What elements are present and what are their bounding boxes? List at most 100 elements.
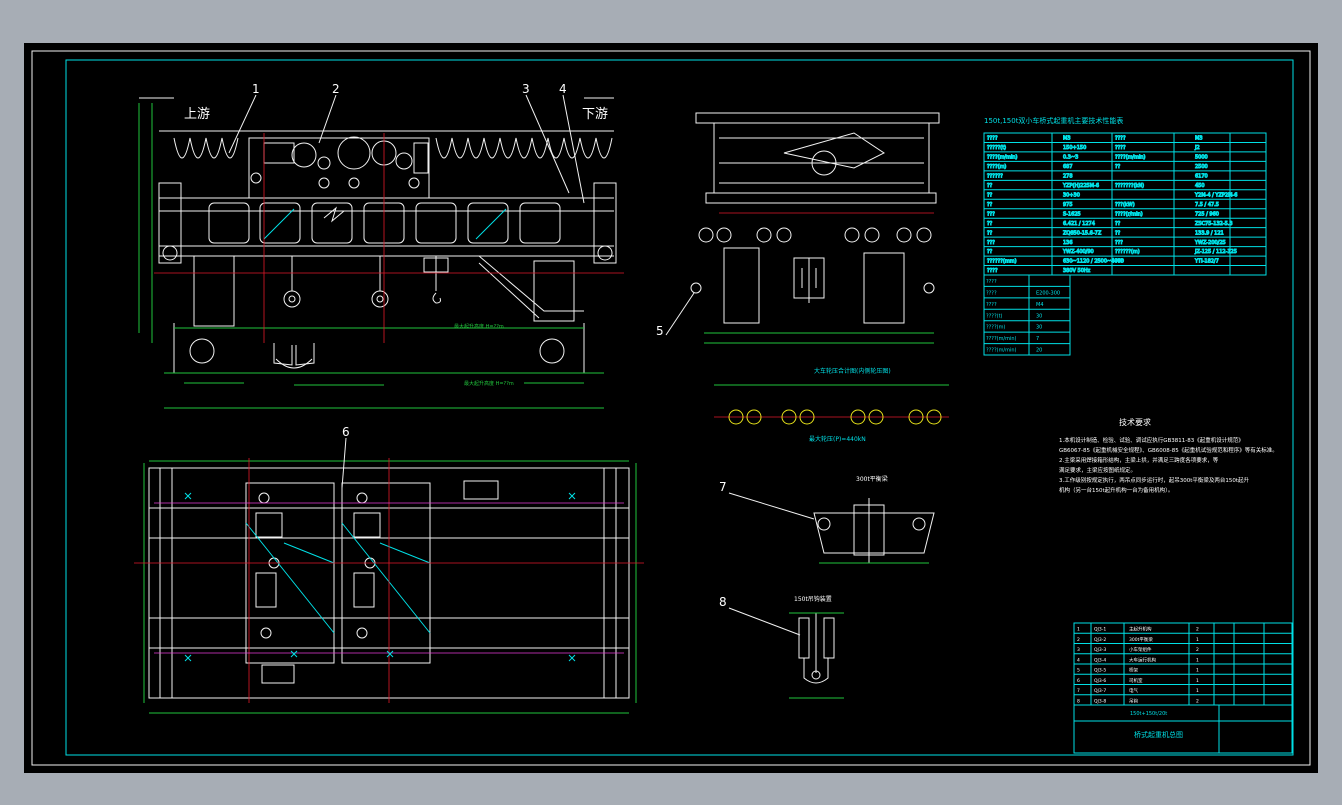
title-block-cell: QJ3-6 [1094, 678, 1106, 684]
tech-note-5: 3.工作级别按规定执行，两吊点同步运行时，起吊300t平衡梁及两台150t起升 [1059, 476, 1250, 484]
spec-table-cell: 136 [1063, 240, 1073, 246]
title-block-cell: QJ3-7 [1094, 688, 1106, 694]
callout-8: 8 [719, 595, 727, 609]
callout-3: 3 [522, 82, 530, 96]
callout-1: 1 [252, 82, 260, 96]
spec-table-cell: J2 [1194, 145, 1200, 151]
spec-table-cell: YWZ-400/90 [1062, 249, 1094, 255]
wheel-row-label2: 最大轮压(P)=440kN [809, 435, 866, 443]
spec-table-cell: ?? [987, 183, 993, 189]
title-block-cell: 1 [1196, 678, 1199, 684]
spec-table-cell: 30+30 [1063, 192, 1080, 198]
tech-note-1: 1.本机设计制造、检验、试验、调试应执行GB3811-83《起重机设计规范》 [1059, 436, 1244, 444]
spec-table-cell: ????(m/min) [987, 155, 1018, 161]
spec-subtable-cell: 30 [1036, 325, 1042, 331]
title-block-cell: 1 [1196, 668, 1199, 674]
drawing-canvas[interactable]: 最大起升高度 H=??m 最大起升高度 H=??m 上游 下游 1 2 3 4 [24, 43, 1318, 773]
title-block-cell: 8 [1077, 698, 1080, 704]
title-block-cell: 2 [1077, 637, 1080, 643]
spec-table-cell: 6.421 / 1274 [1063, 221, 1095, 227]
title-block-cell: 300t平衡梁 [1129, 636, 1153, 643]
spec-table-cell: ?? [987, 249, 993, 255]
spec-table-cell: ?? [987, 221, 993, 227]
spec-table-cell: 6170 [1195, 173, 1208, 179]
side-elevation: 5 [656, 112, 940, 344]
spec-table-cell: M3 [1063, 136, 1071, 142]
spec-table-cell: ?? [987, 230, 993, 236]
plan-view: 6 [134, 425, 644, 714]
spec-table-cell: ???? [987, 268, 998, 274]
spec-subtable-cell: ???? [986, 279, 997, 285]
title-block-cell: 7 [1077, 688, 1080, 694]
title-block-cell: 2 [1196, 627, 1199, 633]
spec-subtable-cell: 20 [1036, 348, 1042, 354]
spec-table-cell: ???? [987, 136, 998, 142]
cad-viewport[interactable]: 最大起升高度 H=??m 最大起升高度 H=??m 上游 下游 1 2 3 4 [24, 43, 1318, 773]
spec-table-cell: ?? [987, 202, 993, 208]
spec-table-cell: 278 [1063, 173, 1073, 179]
spec-table-cell: M3 [1195, 136, 1203, 142]
title-block-cell: 主起升机构 [1129, 626, 1152, 633]
tech-note-2: GB6067-85《起重机械安全规程》、GB6008-85《起重机试验规范和程序… [1059, 446, 1278, 454]
spec-table-cell: ???? [1115, 136, 1126, 142]
title-block-cell: QJ3-8 [1094, 698, 1106, 704]
title-block: 1 QJ3-1 主起升机构 2 2 QJ3-2 300t平衡梁 1 3 QJ3-3 小车架组件 2 4 Q… [1073, 622, 1293, 754]
callout-7: 7 [719, 480, 727, 494]
tech-notes-title: 技术要求 [1119, 417, 1151, 427]
spec-table-cell: ?????(t) [987, 145, 1006, 151]
spec-table-cell: ZQ850-15.6-7Z [1063, 230, 1102, 236]
spec-table-cell: ??? [1115, 240, 1123, 246]
spec-subtable-cell: ????(m) [986, 325, 1005, 331]
callout-4: 4 [559, 82, 567, 96]
spec-table-cell: YTI-182/7 [1194, 259, 1219, 265]
title-block-cell: 4 [1077, 657, 1080, 663]
spreader-label: 300t平衡梁 [856, 475, 888, 483]
spec-table-cell: S-1625 [1063, 211, 1081, 217]
spec-table-cell: ?? [1115, 164, 1121, 170]
spec-table-cell: ??? [1115, 259, 1123, 265]
spec-table-cell: YWZ-200/25 [1194, 240, 1226, 246]
svg-text:最大起升高度 H=??m: 最大起升高度 H=??m [464, 380, 514, 387]
spec-subtable-cell: ???? [986, 302, 997, 308]
spec-table-cell: 725 / 960 [1195, 211, 1219, 217]
title-block-cell: 大车运行机构 [1129, 656, 1156, 663]
title-block-cell: QJ3-5 [1094, 668, 1106, 674]
spec-table-cell: YZP(H)225M-6 [1062, 183, 1099, 189]
callout-2: 2 [332, 82, 340, 96]
tech-note-4: 满足要求，主梁应按图纸规定。 [1059, 466, 1136, 474]
spec-table-cell: ??? [987, 240, 995, 246]
spec-subtable-cell: 7 [1036, 336, 1039, 342]
title-block-cell: QJ3-3 [1094, 647, 1106, 653]
callout-6: 6 [342, 425, 350, 439]
spec-subtable-cell: ???? [986, 290, 997, 296]
spec-table-cell: ????(m/min) [1115, 155, 1146, 161]
front-elevation: 最大起升高度 H=??m 最大起升高度 H=??m 上游 下游 1 2 3 4 [138, 82, 624, 409]
tech-note-6: 机构（另一台150t起升机构一台为备用机构）。 [1059, 486, 1173, 494]
spec-table-cell: Y2M-4 / YZP2M-6 [1194, 192, 1237, 198]
title-block-cell: QJ3-2 [1094, 637, 1106, 643]
drawing-title: 桥式起重机总图 [1134, 730, 1183, 739]
spec-table-cell: 7.5 / 47.5 [1195, 202, 1219, 208]
title-block-cell: 桥架 [1129, 667, 1138, 674]
spec-table-cell: 150+150 [1063, 145, 1086, 151]
spec-table-title: 150t,150t双小车桥式起重机主要技术性能表 [984, 116, 1123, 125]
title-code: 150t+150t/20t [1130, 711, 1167, 717]
spec-table-cell: ???(kW) [1115, 202, 1135, 208]
upstream-label: 上游 [184, 107, 210, 122]
title-block-cell: QJ3-1 [1094, 627, 1106, 633]
spec-table-cell: ?? [1115, 221, 1121, 227]
spec-table-cell: ???????(kN) [1115, 183, 1144, 189]
tech-note-3: 2.主梁采用焊接箱形结构，主梁上拱，并满足三跨度各项要求，等 [1059, 456, 1219, 464]
callout-5: 5 [656, 324, 664, 338]
hook-detail: 150t吊钩装置 8 [719, 595, 844, 699]
spec-subtable-cell: ????(t) [986, 313, 1003, 319]
spec-table-cell: ????(m) [987, 164, 1006, 170]
spec-table-cell: ZSC75-132-5.3 [1195, 221, 1233, 227]
title-block-cell: 3 [1077, 647, 1080, 653]
spec-table-cell: 450 [1195, 183, 1205, 189]
spec-table-cell: 133.9 / 121 [1195, 230, 1224, 236]
spec-table-cell: ?????? [987, 173, 1003, 179]
spec-table-cell: ?? [1115, 230, 1121, 236]
spec-table-cell: ??? [987, 211, 995, 217]
spec-subtable-cell: E200-300 [1036, 290, 1060, 296]
